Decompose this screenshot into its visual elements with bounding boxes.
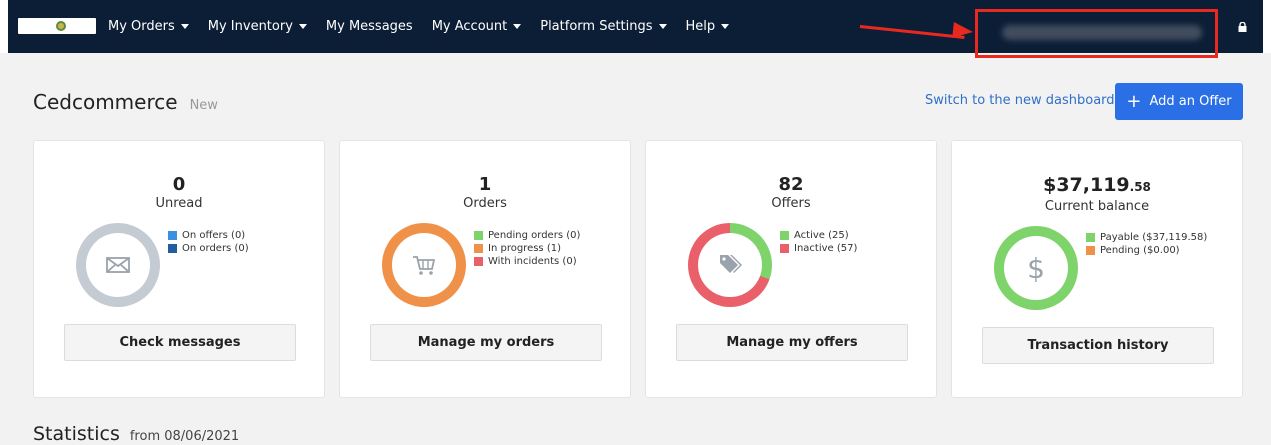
- offers-legend: Active (25) Inactive (57): [780, 229, 857, 255]
- check-messages-button[interactable]: Check messages: [64, 324, 296, 361]
- legend-swatch: [168, 231, 177, 240]
- offers-card: 82 Offers Active (25) Inactive (57) Mana…: [645, 140, 937, 398]
- menu-label: My Inventory: [207, 19, 293, 34]
- legend-text: On orders (0): [182, 243, 249, 254]
- offers-donut: [688, 223, 772, 307]
- menu-label: Platform Settings: [540, 19, 653, 34]
- legend-swatch: [474, 231, 483, 240]
- manage-offers-button[interactable]: Manage my offers: [676, 324, 908, 361]
- menu-label: My Account: [431, 19, 508, 34]
- legend-text: Pending orders (0): [488, 230, 581, 241]
- orders-donut: [382, 223, 466, 307]
- balance-dollars: $37,119: [1043, 174, 1130, 196]
- messages-donut: [76, 223, 160, 307]
- balance-card: $37,119.58 Current balance $ Payable ($3…: [951, 140, 1243, 398]
- dollar-icon: $: [1027, 251, 1045, 285]
- balance-cents: .58: [1129, 180, 1151, 194]
- legend-text: Payable ($37,119.58): [1100, 232, 1208, 243]
- page-header: Cedcommerce New: [33, 90, 218, 114]
- logo-emblem-icon: [56, 21, 66, 31]
- menu-my-messages[interactable]: My Messages: [326, 19, 413, 34]
- new-badge: New: [189, 98, 218, 113]
- add-offer-label: Add an Offer: [1149, 94, 1232, 109]
- legend-text: Pending ($0.00): [1100, 245, 1180, 256]
- legend-item: Active (25): [780, 229, 857, 242]
- cart-icon: [413, 256, 436, 275]
- statistics-header: Statistics from 08/06/2021: [33, 423, 239, 445]
- lock-icon[interactable]: [1237, 22, 1248, 32]
- legend-swatch: [780, 244, 789, 253]
- transaction-history-button[interactable]: Transaction history: [982, 327, 1214, 364]
- menu-platform-settings[interactable]: Platform Settings: [540, 19, 667, 34]
- page-title: Cedcommerce: [33, 90, 178, 114]
- menu-my-inventory[interactable]: My Inventory: [208, 19, 307, 34]
- add-offer-button[interactable]: + Add an Offer: [1115, 83, 1243, 120]
- annotation-arrow-head: [952, 21, 974, 41]
- balance-label: Current balance: [1044, 199, 1150, 214]
- messages-card: 0 Unread On offers (0) On orders (0) Che…: [33, 140, 325, 398]
- account-highlight-box: [975, 9, 1218, 58]
- chevron-down-icon: [180, 24, 189, 29]
- legend-text: Active (25): [794, 230, 849, 241]
- unread-label: Unread: [155, 196, 203, 211]
- menu-label: My Orders: [108, 19, 175, 34]
- chevron-down-icon: [658, 24, 667, 29]
- balance-amount: $37,119.58: [952, 174, 1242, 196]
- legend-text: In progress (1): [488, 243, 561, 254]
- legend-item: In progress (1): [474, 242, 580, 255]
- legend-swatch: [474, 244, 483, 253]
- legend-item: Payable ($37,119.58): [1086, 231, 1207, 244]
- legend-item: On offers (0): [168, 229, 249, 242]
- legend-item: Pending orders (0): [474, 229, 580, 242]
- legend-text: Inactive (57): [794, 243, 858, 254]
- menu-help[interactable]: Help: [686, 19, 730, 34]
- menu-my-orders[interactable]: My Orders: [108, 19, 189, 34]
- legend-text: With incidents (0): [488, 256, 577, 267]
- legend-item: Pending ($0.00): [1086, 244, 1207, 257]
- chevron-down-icon: [721, 24, 730, 29]
- legend-item: On orders (0): [168, 242, 249, 255]
- chevron-down-icon: [298, 24, 307, 29]
- offers-count: 82: [778, 174, 804, 195]
- legend-item: Inactive (57): [780, 242, 857, 255]
- offers-label: Offers: [771, 196, 811, 211]
- orders-count: 1: [478, 174, 492, 195]
- manage-orders-button[interactable]: Manage my orders: [370, 324, 602, 361]
- envelope-icon: [106, 257, 130, 273]
- menu-label: My Messages: [325, 19, 413, 34]
- plus-icon: +: [1126, 90, 1142, 112]
- unread-count: 0: [172, 174, 186, 195]
- balance-donut: $: [994, 226, 1078, 310]
- legend-swatch: [474, 257, 483, 266]
- legend-text: On offers (0): [182, 230, 246, 241]
- account-name-redacted[interactable]: [1002, 25, 1202, 40]
- legend-swatch: [1086, 246, 1095, 255]
- statistics-title: Statistics: [33, 423, 120, 445]
- chevron-down-icon: [513, 24, 522, 29]
- balance-legend: Payable ($37,119.58) Pending ($0.00): [1086, 231, 1207, 257]
- legend-item: With incidents (0): [474, 255, 580, 268]
- tag-icon: [720, 255, 742, 273]
- menu-my-account[interactable]: My Account: [432, 19, 522, 34]
- switch-dashboard-link[interactable]: Switch to the new dashboard: [925, 93, 1115, 108]
- orders-label: Orders: [463, 196, 507, 211]
- orders-legend: Pending orders (0) In progress (1) With …: [474, 229, 580, 268]
- legend-swatch: [780, 231, 789, 240]
- legend-swatch: [1086, 233, 1095, 242]
- messages-legend: On offers (0) On orders (0): [168, 229, 249, 255]
- menu-label: Help: [685, 19, 716, 34]
- legend-swatch: [168, 244, 177, 253]
- orders-card: 1 Orders Pending orders (0) In progress …: [339, 140, 631, 398]
- marketplace-logo[interactable]: [18, 18, 96, 34]
- statistics-date: from 08/06/2021: [129, 429, 240, 444]
- main-menu: My Orders My Inventory My Messages My Ac…: [108, 0, 730, 53]
